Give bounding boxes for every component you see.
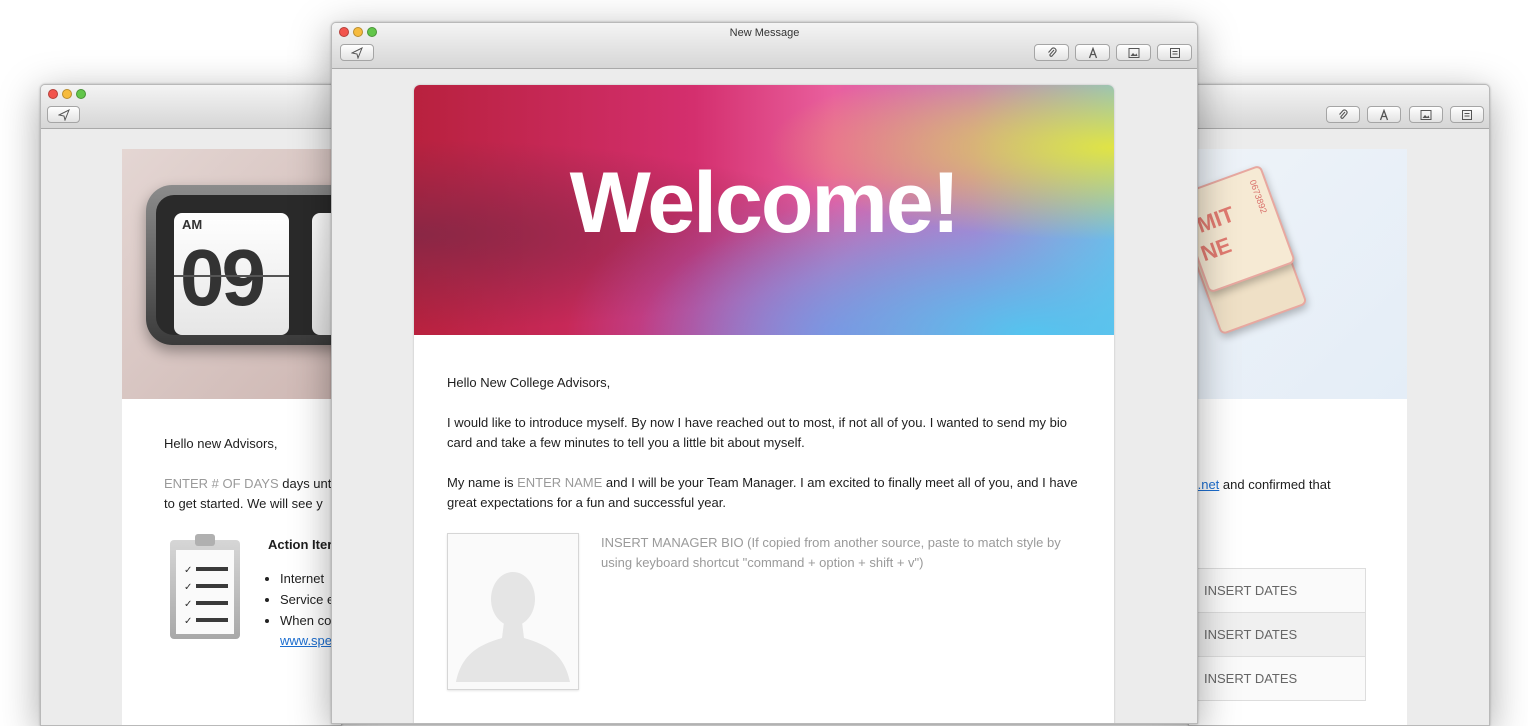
right-mail-window: 892 MIT NE 0673892 t.net and confirmed t… (1188, 84, 1490, 726)
table-row[interactable]: INSERT DATES (1189, 569, 1365, 613)
right-titlebar (1189, 85, 1489, 129)
intro-paragraph: I would like to introduce myself. By now… (447, 415, 1067, 450)
clipboard-icon: ✓ ✓ ✓ ✓ (170, 534, 240, 639)
left-greeting: Hello new Advisors, (164, 436, 278, 451)
send-button[interactable] (47, 106, 80, 123)
table-row[interactable]: INSERT DATES (1189, 657, 1365, 700)
attach-button[interactable] (1326, 106, 1360, 123)
send-button[interactable] (340, 44, 374, 61)
clock-digit-panel: AM 09 (174, 213, 289, 335)
right-email-card: 892 MIT NE 0673892 t.net and confirmed t… (1189, 149, 1407, 725)
welcome-banner: Welcome! (414, 85, 1114, 335)
format-button[interactable] (1367, 106, 1401, 123)
left-line1: ENTER # OF DAYS days unti (164, 476, 335, 491)
left-link[interactable]: www.spe (280, 631, 332, 651)
clock-banner: AM 09 (122, 149, 341, 399)
list-item: When co (280, 610, 334, 631)
left-line2: to get started. We will see y (164, 496, 323, 511)
list-item: Service e (280, 589, 334, 610)
new-message-window: New Message Welcome! Hello New College A… (331, 22, 1198, 724)
close-button[interactable] (48, 89, 58, 99)
left-titlebar (41, 85, 341, 129)
right-line: t.net and confirmed that (1194, 477, 1331, 492)
action-list: Internet Service e When co (262, 568, 334, 631)
left-mail-window: AM 09 Hello new Advisors, ENTER # OF DAY… (40, 84, 342, 726)
manager-bio-placeholder[interactable]: INSERT MANAGER BIO (If copied from anoth… (601, 533, 1081, 573)
action-items-title: Action Iter (268, 537, 333, 552)
greeting: Hello New College Advisors, (447, 375, 611, 390)
name-placeholder[interactable]: ENTER NAME (517, 475, 602, 490)
flip-clock-icon: AM 09 (146, 185, 341, 345)
template-icon (1462, 109, 1472, 120)
template-button[interactable] (1157, 44, 1192, 61)
attach-button[interactable] (1034, 44, 1069, 61)
zoom-button[interactable] (76, 89, 86, 99)
welcome-heading: Welcome! (569, 155, 961, 251)
name-paragraph: My name is ENTER NAME and I will be your… (447, 475, 1078, 510)
photo-icon (1128, 47, 1139, 58)
list-item: Internet (280, 568, 334, 589)
person-silhouette-icon (456, 572, 570, 682)
window-controls (48, 89, 86, 99)
main-titlebar: New Message (332, 23, 1197, 69)
dates-table: INSERT DATES INSERT DATES INSERT DATES (1189, 568, 1366, 701)
attachment-icon (1047, 46, 1057, 57)
font-icon (1088, 46, 1097, 58)
send-icon (351, 46, 363, 59)
clock-ampm: AM (182, 217, 203, 232)
photo-button[interactable] (1116, 44, 1151, 61)
format-button[interactable] (1075, 44, 1110, 61)
left-email-card: AM 09 Hello new Advisors, ENTER # OF DAY… (122, 149, 341, 725)
table-row[interactable]: INSERT DATES (1189, 613, 1365, 657)
send-icon (57, 108, 70, 121)
attachment-icon (1339, 108, 1348, 119)
window-title: New Message (729, 27, 800, 39)
days-placeholder[interactable]: ENTER # OF DAYS (164, 476, 279, 491)
template-button[interactable] (1450, 106, 1484, 123)
photo-icon (1420, 109, 1432, 120)
font-icon (1379, 108, 1389, 120)
photo-button[interactable] (1409, 106, 1443, 123)
ticket-icon: 892 MIT NE 0673892 (1189, 164, 1308, 336)
ticket-banner: 892 MIT NE 0673892 (1189, 149, 1407, 399)
clock-digits: 09 (180, 233, 266, 322)
email-card: Welcome! Hello New College Advisors, I w… (414, 85, 1114, 723)
minimize-button[interactable] (62, 89, 72, 99)
template-icon (1169, 47, 1180, 58)
avatar-placeholder[interactable] (447, 533, 579, 690)
